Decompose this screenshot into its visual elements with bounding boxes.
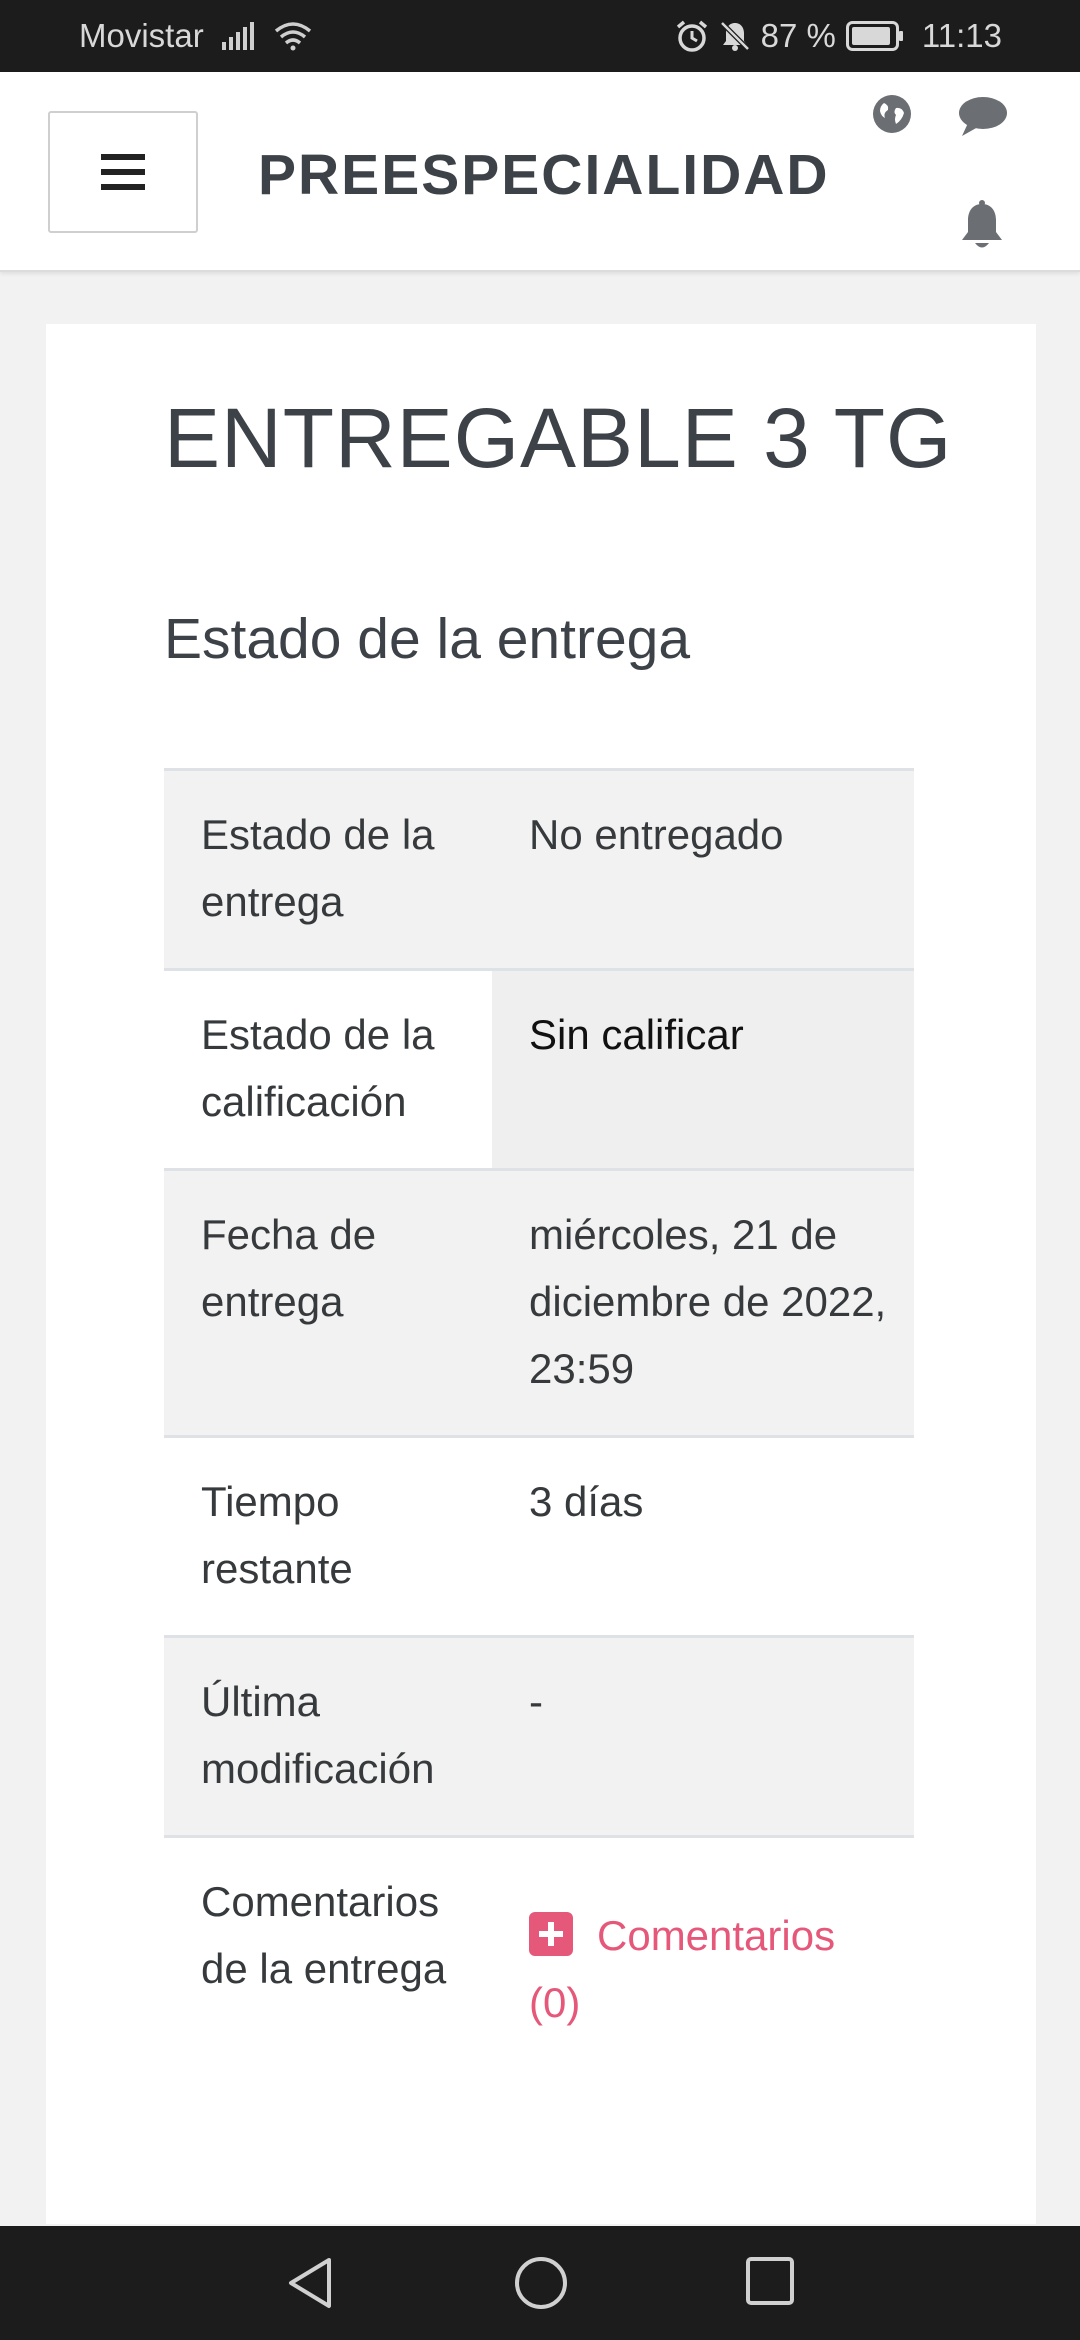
row-value: No entregado: [529, 811, 784, 858]
page-title: ENTREGABLE 3 TG: [164, 391, 953, 485]
table-row: Fecha de entrega miércoles, 21 de diciem…: [164, 1171, 914, 1438]
bell-off-icon: [719, 20, 751, 52]
row-label: Comentarios de la entrega: [201, 1878, 447, 1992]
table-row: Estado de la calificación Sin calificar: [164, 971, 914, 1171]
chat-icon[interactable]: [958, 96, 1008, 143]
table-row: Estado de la entrega No entregado: [164, 771, 914, 971]
carrier-name: Movistar: [79, 17, 204, 54]
menu-button[interactable]: [48, 111, 198, 233]
home-icon[interactable]: [514, 2256, 568, 2315]
signal-icon: [221, 22, 256, 50]
row-label: Fecha de entrega: [201, 1211, 377, 1325]
globe-icon[interactable]: [872, 94, 912, 139]
system-navigation-bar: [0, 2226, 1080, 2340]
row-label: Estado de la calificación: [164, 971, 492, 1168]
content-card: ENTREGABLE 3 TG Estado de la entrega Est…: [46, 324, 1036, 2224]
alarm-icon: [675, 20, 709, 52]
clock-time: 11:13: [921, 17, 1002, 54]
menu-icon: [101, 154, 145, 190]
row-value: 3 días: [529, 1478, 644, 1525]
table-row: Última modificación -: [164, 1638, 914, 1838]
site-brand[interactable]: PREESPECIALIDAD: [258, 142, 830, 208]
status-bar: Movistar 87 % 11:13: [0, 0, 1080, 72]
row-value: -: [529, 1678, 543, 1725]
section-title: Estado de la entrega: [164, 607, 691, 671]
back-icon[interactable]: [285, 2256, 335, 2315]
row-label: Estado de la entrega: [201, 811, 435, 925]
table-row: Tiempo restante 3 días: [164, 1438, 914, 1638]
row-label: Última modificación: [201, 1678, 435, 1792]
comments-link-label: Comentarios (0): [529, 1912, 836, 2026]
battery-icon: [845, 21, 904, 51]
recents-icon[interactable]: [745, 2256, 795, 2311]
wifi-icon: [274, 21, 312, 51]
table-row: Comentarios de la entrega Comentarios (0…: [164, 1838, 914, 2069]
submission-status-table: Estado de la entrega No entregado Estado…: [164, 768, 914, 2069]
plus-square-icon: [529, 1912, 573, 1956]
row-value: Sin calificar: [492, 971, 914, 1168]
row-label: Tiempo restante: [201, 1478, 353, 1592]
battery-percentage: 87 %: [760, 17, 836, 54]
top-navbar: PREESPECIALIDAD: [0, 72, 1080, 272]
row-value: miércoles, 21 de diciembre de 2022, 23:5…: [529, 1211, 887, 1392]
comments-link[interactable]: Comentarios (0): [529, 1912, 835, 2026]
bell-icon[interactable]: [959, 200, 1005, 255]
